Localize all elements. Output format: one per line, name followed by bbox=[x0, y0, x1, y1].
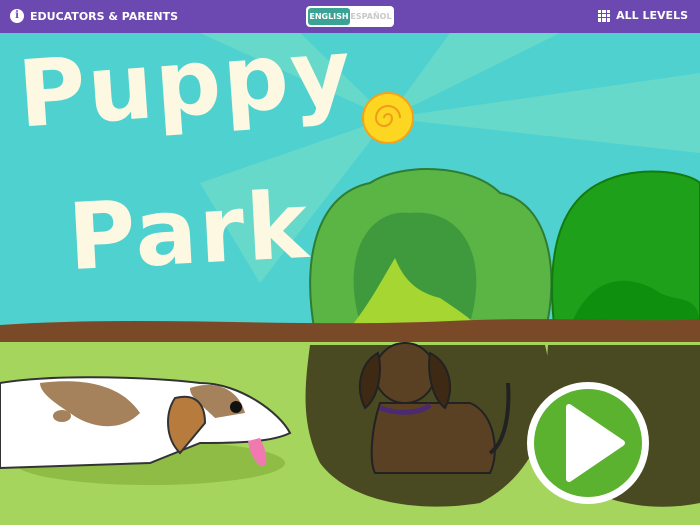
info-icon: i bbox=[10, 9, 24, 23]
bush-right bbox=[551, 170, 700, 334]
sun-icon bbox=[362, 92, 414, 144]
game-title-line2: Park bbox=[65, 171, 313, 292]
grid-icon bbox=[598, 9, 611, 22]
bush-left bbox=[309, 168, 553, 334]
play-icon bbox=[566, 404, 625, 482]
espanol-option[interactable]: ESPAÑOL bbox=[350, 8, 392, 25]
all-levels-label: ALL LEVELS bbox=[616, 9, 688, 22]
educators-label: EDUCATORS & PARENTS bbox=[30, 9, 178, 23]
all-levels-button[interactable]: ALL LEVELS bbox=[598, 9, 688, 22]
top-bar: i EDUCATORS & PARENTS ENGLISH ESPAÑOL AL… bbox=[0, 0, 700, 33]
educators-parents-button[interactable]: i EDUCATORS & PARENTS bbox=[10, 9, 178, 23]
play-button[interactable] bbox=[527, 382, 649, 504]
